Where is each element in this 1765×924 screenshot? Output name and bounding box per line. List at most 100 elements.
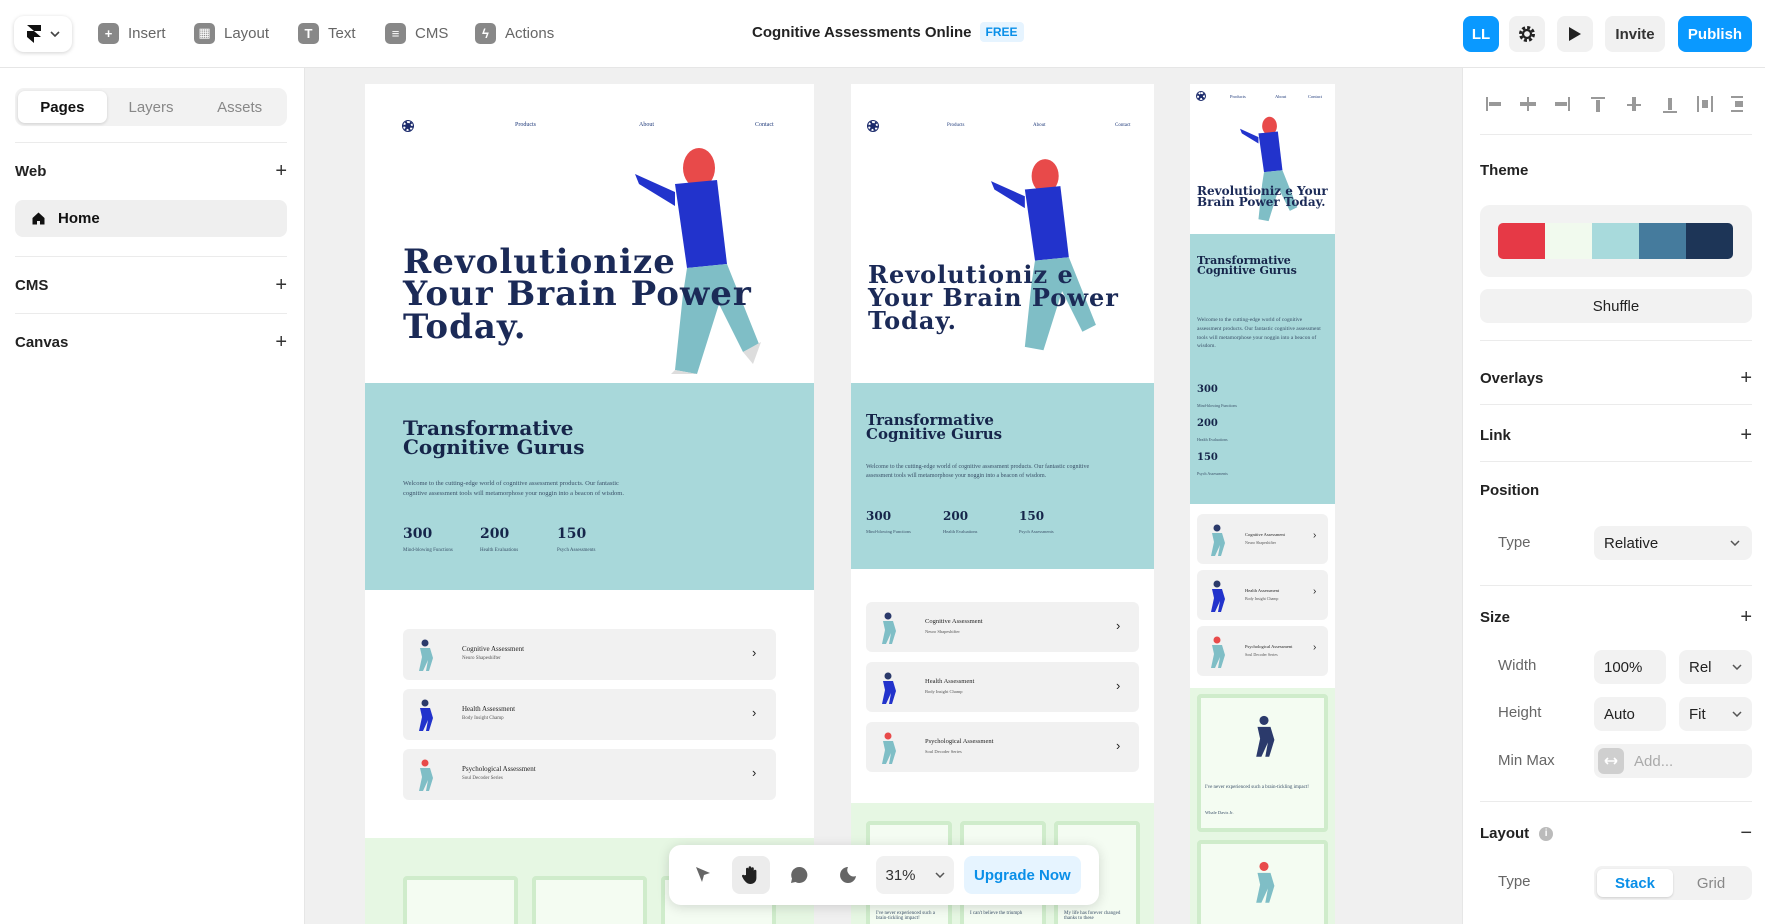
invite-button[interactable]: Invite: [1605, 16, 1665, 52]
stat-label: Mind-blowing Functions: [403, 548, 453, 553]
stat-value: 200: [480, 526, 510, 542]
height-input[interactable]: Auto: [1594, 697, 1666, 731]
layout-button[interactable]: ▦ Layout: [194, 20, 269, 46]
shuffle-button[interactable]: Shuffle: [1480, 289, 1752, 323]
product-card[interactable]: Cognitive Assessment Neuro Shapeshifter …: [403, 629, 776, 680]
product-card[interactable]: Health Assessment Body Insight Champ ›: [403, 689, 776, 740]
layout-grid-option[interactable]: Grid: [1673, 869, 1749, 897]
stat-label: Psych Assessments: [557, 548, 596, 553]
features-section: Transformative Cognitive Gurus Welcome t…: [851, 383, 1154, 569]
add-cms-button[interactable]: +: [275, 274, 287, 297]
text-button[interactable]: T Text: [298, 20, 356, 46]
width-input[interactable]: 100%: [1594, 650, 1666, 684]
settings-button[interactable]: [1509, 16, 1545, 52]
testimonial-card[interactable]: I've never experienced such a brain-tick…: [1197, 694, 1328, 832]
height-unit-select[interactable]: Fit: [1679, 697, 1752, 731]
theme-color-swatch[interactable]: [1592, 223, 1639, 259]
theme-color-swatch[interactable]: [1639, 223, 1686, 259]
stat-label: Health Evaluations: [480, 548, 519, 553]
upgrade-now-button[interactable]: Upgrade Now: [964, 856, 1081, 894]
tab-pages[interactable]: Pages: [18, 91, 107, 123]
gear-icon: [1519, 26, 1535, 42]
tab-assets[interactable]: Assets: [195, 91, 284, 123]
dark-mode-toggle[interactable]: [828, 856, 866, 894]
stat-value: 300: [1197, 384, 1218, 395]
product-card[interactable]: Psychological Assessment Soul Decoder Se…: [866, 722, 1139, 772]
product-card[interactable]: Health Assessment Body Insight Champ ›: [1197, 570, 1328, 620]
text-label: Text: [328, 24, 356, 42]
theme-color-swatch[interactable]: [1686, 223, 1733, 259]
product-card[interactable]: Health Assessment Body Insight Champ ›: [866, 662, 1139, 712]
nav-link-products[interactable]: Products: [1230, 94, 1246, 99]
position-type-select[interactable]: Relative: [1594, 526, 1752, 560]
tablet-breakpoint-frame[interactable]: Products About Contact Revolutioniz e Yo…: [851, 84, 1154, 924]
stat-value: 200: [1197, 418, 1218, 429]
cms-label: CMS: [415, 24, 449, 42]
stat-value: 200: [943, 509, 969, 523]
chevron-right-icon: ›: [752, 705, 757, 720]
minmax-field[interactable]: Add...: [1594, 744, 1752, 778]
layout-stack-option[interactable]: Stack: [1597, 869, 1673, 897]
product-card[interactable]: Psychological Assessment Soul Decoder Se…: [1197, 626, 1328, 676]
theme-color-swatch[interactable]: [1545, 223, 1592, 259]
cms-button[interactable]: ≡ CMS: [385, 20, 448, 46]
info-icon[interactable]: i: [1539, 826, 1554, 841]
width-unit-select[interactable]: Rel: [1679, 650, 1752, 684]
testimonial-card[interactable]: [403, 876, 518, 924]
desktop-breakpoint-frame[interactable]: Products About Contact Revolutionize You…: [365, 84, 814, 924]
testimonial-card[interactable]: [1197, 840, 1328, 924]
hero-title: Revolutionize Your Brain Power Today.: [403, 242, 752, 347]
comment-tool-button[interactable]: [780, 856, 818, 894]
card-title: Cognitive Assessment: [925, 618, 983, 625]
add-canvas-button[interactable]: +: [275, 331, 287, 354]
project-title-button[interactable]: Cognitive Assessments Online FREE: [752, 22, 1024, 42]
card-figure-illustration: [882, 672, 896, 704]
actions-button[interactable]: ϟ Actions: [475, 20, 554, 46]
nav-link-contact[interactable]: Contact: [1308, 94, 1322, 99]
hand-tool-button[interactable]: [732, 856, 770, 894]
nav-link-about[interactable]: About: [639, 122, 654, 128]
theme-color-swatch[interactable]: [1498, 223, 1545, 259]
divider: [1480, 461, 1752, 462]
nav-link-products[interactable]: Products: [515, 122, 536, 128]
mobile-breakpoint-frame[interactable]: Products About Contact Revolutioniz e Yo…: [1190, 84, 1335, 924]
preview-button[interactable]: [1557, 16, 1593, 52]
section-title: Transformative Cognitive Gurus: [1197, 254, 1297, 278]
position-type-value: Relative: [1604, 534, 1659, 552]
size-section-header: Size +: [1480, 606, 1752, 629]
nav-link-about[interactable]: About: [1275, 94, 1286, 99]
theme-palette[interactable]: [1480, 205, 1752, 277]
plan-badge: FREE: [979, 22, 1024, 42]
product-card[interactable]: Cognitive Assessment Neuro Shapeshifter …: [866, 602, 1139, 652]
stat-label: Health Evaluations: [943, 529, 978, 534]
alignment-toolbar[interactable]: [1483, 94, 1743, 114]
add-overlay-button[interactable]: +: [1740, 367, 1752, 390]
nav-link-products[interactable]: Products: [947, 123, 965, 128]
product-card[interactable]: Psychological Assessment Soul Decoder Se…: [403, 749, 776, 800]
page-item-label: Home: [58, 210, 100, 227]
zoom-dropdown[interactable]: 31%: [876, 856, 954, 894]
width-label: Width: [1498, 657, 1537, 674]
right-panel: Theme Shuffle Overlays + Link + Position…: [1462, 68, 1765, 924]
add-page-button[interactable]: +: [275, 160, 287, 183]
publish-button[interactable]: Publish: [1678, 16, 1752, 52]
nav-link-contact[interactable]: Contact: [755, 122, 774, 128]
nav-link-contact[interactable]: Contact: [1115, 123, 1131, 128]
nav-link-about[interactable]: About: [1033, 123, 1046, 128]
framer-menu-button[interactable]: [14, 16, 72, 52]
canvas[interactable]: Products About Contact Revolutionize You…: [305, 68, 1462, 924]
add-size-button[interactable]: +: [1740, 606, 1752, 629]
hero-title: Revolutioniz e Your Brain Power Today.: [868, 260, 1119, 335]
avatar[interactable]: LL: [1463, 16, 1499, 52]
add-link-button[interactable]: +: [1740, 424, 1752, 447]
chevron-right-icon: ›: [1116, 678, 1121, 693]
divider: [15, 142, 287, 143]
testimonial-card[interactable]: [532, 876, 647, 924]
product-card[interactable]: Cognitive Assessment Neuro Shapeshifter …: [1197, 514, 1328, 564]
tab-layers[interactable]: Layers: [107, 91, 196, 123]
select-tool-button[interactable]: [684, 856, 722, 894]
page-item-home[interactable]: Home: [15, 200, 287, 237]
remove-layout-button[interactable]: −: [1740, 822, 1752, 845]
stat-label: Mind-blowing Functions: [1197, 403, 1237, 408]
insert-button[interactable]: + Insert: [98, 20, 166, 46]
